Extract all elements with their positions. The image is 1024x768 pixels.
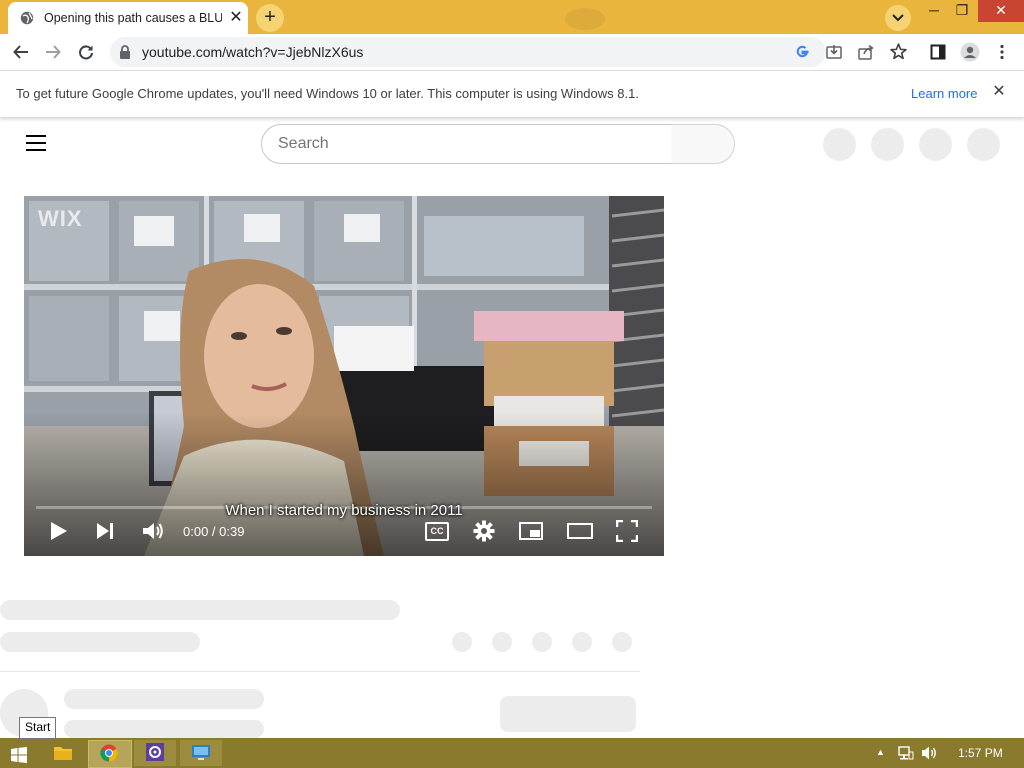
start-button[interactable] [0, 740, 38, 766]
star-icon [889, 43, 907, 60]
action-placeholder [572, 632, 592, 652]
header-placeholder-circle[interactable] [919, 128, 952, 161]
title-placeholder [0, 600, 400, 620]
channel-meta-placeholder [64, 720, 264, 738]
globe-icon [20, 11, 34, 25]
mute-button[interactable] [142, 518, 166, 544]
action-placeholder [612, 632, 632, 652]
volume-tray-button[interactable] [921, 745, 939, 761]
folder-icon [54, 747, 72, 760]
reload-icon [79, 45, 93, 60]
forward-button[interactable] [41, 40, 65, 64]
search-button[interactable] [671, 124, 735, 164]
forward-arrow-icon [46, 45, 61, 59]
search-input[interactable] [278, 135, 658, 153]
restore-button[interactable]: ❐ [946, 0, 978, 22]
header-placeholder-circle[interactable] [823, 128, 856, 161]
menu-kebab-icon[interactable] [990, 40, 1014, 64]
reload-button[interactable] [74, 40, 98, 64]
share-icon[interactable] [854, 40, 878, 64]
next-button[interactable] [96, 518, 116, 544]
search-box [261, 124, 673, 164]
bookmark-star-icon[interactable] [886, 40, 910, 64]
tab-close-icon[interactable]: ✕ [226, 8, 246, 28]
gear-icon [473, 520, 495, 542]
show-hidden-icons-arrow-icon[interactable]: ▲ [876, 747, 886, 759]
action-placeholder [532, 632, 552, 652]
play-button[interactable] [50, 518, 70, 544]
network-icon[interactable] [898, 745, 914, 761]
theater-icon [567, 523, 593, 539]
tab-search-button[interactable] [885, 5, 911, 31]
theater-mode-button[interactable] [567, 518, 593, 544]
file-explorer-task[interactable] [42, 740, 84, 766]
header-placeholder-circle[interactable] [871, 128, 904, 161]
action-placeholder [492, 632, 512, 652]
new-tab-button[interactable]: + [256, 4, 284, 32]
miniplayer-button[interactable] [519, 518, 545, 544]
lock-icon [120, 45, 130, 59]
back-button[interactable] [9, 40, 33, 64]
miniplayer-icon [519, 522, 543, 540]
settings-app-icon [146, 743, 164, 761]
hamburger-menu-icon[interactable] [26, 135, 46, 151]
learn-more-link[interactable]: Learn more [911, 86, 977, 101]
blurred-artifact [565, 8, 605, 30]
tab-strip: Opening this path causes a BLUE ✕ + ─ ❐ … [0, 0, 1024, 34]
subscribe-placeholder [500, 696, 636, 732]
chevron-down-icon [892, 14, 904, 22]
fullscreen-icon [615, 519, 639, 543]
start-tooltip: Start [19, 717, 57, 739]
google-translate-icon[interactable] [791, 41, 813, 63]
close-window-button[interactable]: ✕ [978, 0, 1024, 22]
windows-taskbar: ▲ 1:57 PM [0, 738, 1024, 768]
google-icon [796, 45, 809, 58]
video-player[interactable]: WIX When I started my business in 2011 0… [24, 196, 664, 556]
channel-name-placeholder [64, 689, 264, 709]
volume-icon [143, 523, 163, 539]
video-caption: When I started my business in 2011 [225, 502, 463, 519]
captions-button[interactable]: CC [425, 518, 449, 544]
install-icon[interactable] [822, 40, 846, 64]
play-icon [51, 522, 67, 540]
browser-toolbar: youtube.com/watch?v=JjebNlzX6us [0, 34, 1024, 70]
chrome-task[interactable] [88, 740, 132, 768]
video-watermark: WIX [38, 206, 83, 231]
url-text[interactable]: youtube.com/watch?v=JjebNlzX6us [142, 44, 363, 60]
network-tray-icon [898, 746, 914, 760]
sidebar-icon [930, 44, 946, 60]
remote-desktop-task[interactable] [180, 740, 222, 766]
taskbar-clock[interactable]: 1:57 PM [958, 746, 1003, 760]
person-icon [960, 42, 980, 62]
browser-tab[interactable]: Opening this path causes a BLUE ✕ [8, 2, 248, 34]
action-placeholder [452, 632, 472, 652]
skip-next-icon [97, 523, 113, 539]
divider [0, 671, 640, 672]
infobar-close-icon[interactable]: ✕ [988, 81, 1010, 103]
windows-logo-icon [11, 747, 27, 763]
profile-avatar[interactable] [958, 40, 982, 64]
subtitle-placeholder [0, 632, 200, 652]
side-panel-icon[interactable] [926, 40, 950, 64]
speaker-icon [922, 746, 936, 760]
three-dots-icon [1000, 44, 1004, 60]
fullscreen-button[interactable] [615, 518, 639, 544]
app-task[interactable] [134, 740, 176, 766]
infobar-message: To get future Google Chrome updates, you… [16, 86, 639, 101]
settings-button[interactable] [473, 518, 497, 544]
share-arrow-icon [858, 44, 874, 60]
time-display: 0:00 / 0:39 [183, 524, 245, 539]
download-icon [826, 45, 842, 59]
tab-title: Opening this path causes a BLUE [44, 11, 222, 25]
update-infobar: To get future Google Chrome updates, you… [0, 70, 1024, 118]
cc-icon: CC [425, 522, 449, 541]
chrome-icon [100, 744, 118, 762]
back-arrow-icon [13, 45, 28, 59]
monitor-icon [192, 745, 210, 760]
header-placeholder-circle[interactable] [967, 128, 1000, 161]
address-bar[interactable]: youtube.com/watch?v=JjebNlzX6us [110, 37, 826, 67]
